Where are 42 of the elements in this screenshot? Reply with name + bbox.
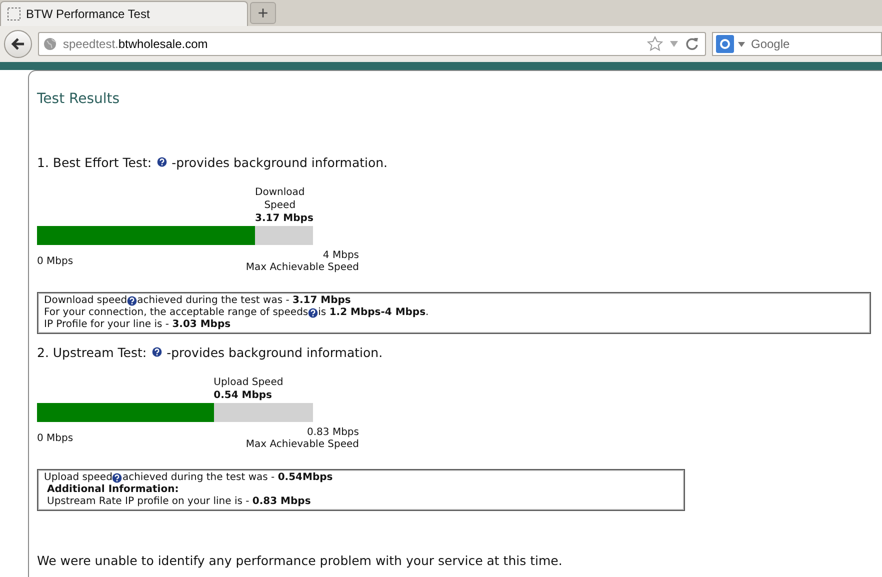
help-icon[interactable] <box>112 473 122 483</box>
info-text: achieved during the test was - 0.54Mbps <box>122 472 333 484</box>
help-icon[interactable] <box>308 308 318 318</box>
min-label: 0 Mbps <box>37 433 74 445</box>
min-label: 0 Mbps <box>37 256 74 268</box>
meter-label: Download Speed <box>255 186 305 212</box>
info-text: Upstream Rate IP profile on your line is - 0.83 Mbps <box>47 496 311 508</box>
max-label: 0.83 Mbps <box>307 427 359 439</box>
search-engine-icon[interactable] <box>716 35 734 53</box>
speed-reading: 3.17 Mbps <box>255 212 314 226</box>
dropdown-icon[interactable] <box>738 42 745 46</box>
meter-label: Upload Speed <box>214 376 284 389</box>
speed-reading: 0.54 Mbps <box>214 389 272 403</box>
new-tab-button[interactable]: + <box>250 2 276 24</box>
globe-icon <box>43 37 57 51</box>
info-text: achieved during the test was - 3.17 Mbps <box>137 295 351 307</box>
back-button[interactable] <box>4 30 32 58</box>
address-bar[interactable]: speedtest.btwholesale.com <box>38 32 706 56</box>
help-icon[interactable] <box>152 347 162 357</box>
max-label: 4 Mbps <box>322 250 359 262</box>
help-icon[interactable] <box>156 157 167 167</box>
back-arrow-icon <box>10 36 26 52</box>
max-caption: Max Achievable Speed <box>246 439 359 451</box>
status-message: We were unable to identify any performance problem with your service at this time. <box>37 553 564 568</box>
page-icon <box>7 7 21 21</box>
test-heading: 1. Best Effort Test: <box>37 154 152 170</box>
star-icon[interactable] <box>647 36 663 52</box>
max-caption: Max Achievable Speed <box>246 262 359 274</box>
info-text: Upload speed <box>44 472 112 484</box>
info-text: Download speed <box>44 295 128 307</box>
browser-tab[interactable]: BTW Performance Test <box>0 1 248 26</box>
search-field[interactable]: Google <box>712 32 882 56</box>
test-description: -provides background information. <box>166 344 383 360</box>
info-text: is 1.2 Mbps-4 Mbps. <box>318 307 429 319</box>
info-text: IP Profile for your line is - 3.03 Mbps <box>44 319 231 331</box>
info-heading: Additional Information: <box>47 484 179 496</box>
test-description: -provides background information. <box>172 154 388 170</box>
info-text: For your connection, the acceptable range of speeds <box>44 307 308 319</box>
help-icon[interactable] <box>127 296 138 306</box>
page-title: Test Results <box>37 91 121 107</box>
test-heading: 2. Upstream Test: <box>37 344 147 360</box>
reload-icon[interactable] <box>685 37 699 51</box>
